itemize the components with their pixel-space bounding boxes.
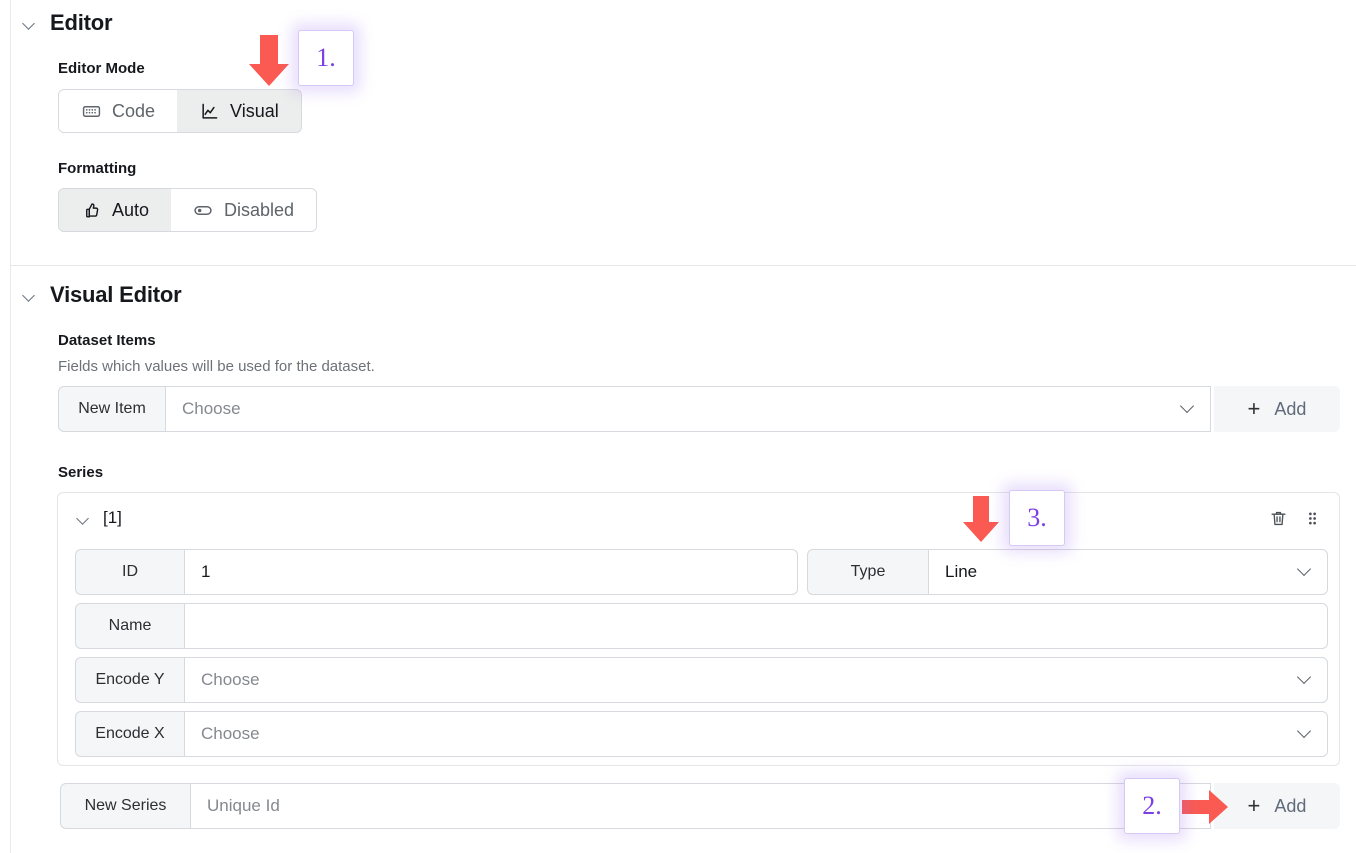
- thumbs-up-icon: [81, 200, 101, 220]
- editor-mode-option-code-label: Code: [112, 100, 156, 121]
- chevron-down-icon[interactable]: [76, 511, 90, 525]
- section-title-editor: Editor: [50, 10, 113, 35]
- new-series-add-button[interactable]: + Add: [1214, 783, 1340, 829]
- annotation-badge-2-label: 2.: [1142, 791, 1162, 820]
- plus-icon: +: [1247, 396, 1261, 421]
- editor-mode-option-visual[interactable]: Visual: [177, 90, 301, 132]
- formatting-option-disabled[interactable]: Disabled: [171, 189, 317, 231]
- series-delete-button[interactable]: [1265, 505, 1291, 531]
- new-series-addon: New Series: [60, 783, 191, 829]
- series-field-row-encode-y: Encode Y Choose: [75, 657, 1328, 703]
- annotation-badge-1-label: 1.: [316, 43, 336, 72]
- annotation-badge-1: 1.: [298, 30, 354, 86]
- annotation-arrow-3: [957, 494, 1005, 544]
- series-field-select-type[interactable]: Line: [928, 549, 1328, 595]
- chevron-down-icon[interactable]: [22, 16, 36, 30]
- chevron-down-icon: [1299, 564, 1311, 576]
- editor-mode-option-code[interactable]: Code: [59, 90, 178, 132]
- editor-mode-segmented-control[interactable]: Code Visual: [58, 89, 302, 133]
- drag-handle-icon: [1304, 510, 1321, 527]
- series-field-select-encode-x[interactable]: Choose: [184, 711, 1328, 757]
- trash-icon: [1269, 509, 1288, 528]
- series-drag-handle[interactable]: [1299, 505, 1325, 531]
- series-field-row-encode-x: Encode X Choose: [75, 711, 1328, 757]
- editor-mode-label: Editor Mode: [58, 60, 145, 77]
- annotation-badge-2: 2.: [1124, 778, 1180, 834]
- series-field-row-name: Name: [75, 603, 1328, 649]
- dataset-items-select-value: Choose: [182, 399, 241, 418]
- dataset-items-add-label: Add: [1274, 398, 1307, 419]
- dataset-items-select[interactable]: Choose: [165, 386, 1211, 432]
- series-field-input-id[interactable]: 1: [184, 549, 798, 595]
- line-chart-icon: [199, 101, 219, 121]
- new-series-add-label: Add: [1274, 795, 1307, 816]
- series-field-label-type: Type: [807, 549, 929, 595]
- editor-mode-option-visual-label: Visual: [230, 100, 279, 121]
- section-header-editor[interactable]: Editor: [0, 8, 113, 38]
- panel-left-border: [10, 0, 11, 853]
- series-item-card: [1] ID 1 Type Line Name Encode Y Choose …: [57, 492, 1340, 766]
- section-header-visual-editor[interactable]: Visual Editor: [0, 280, 182, 310]
- keyboard-icon: [81, 101, 101, 121]
- series-field-value-type: Line: [945, 562, 978, 581]
- section-divider: [11, 265, 1356, 266]
- formatting-option-auto-label: Auto: [112, 199, 150, 220]
- annotation-badge-3: 3.: [1009, 490, 1065, 546]
- series-field-select-encode-y[interactable]: Choose: [184, 657, 1328, 703]
- section-title-visual-editor: Visual Editor: [50, 282, 182, 307]
- series-field-label-name: Name: [75, 603, 185, 649]
- dataset-items-add-button[interactable]: + Add: [1214, 386, 1340, 432]
- annotation-badge-3-label: 3.: [1027, 503, 1047, 532]
- chevron-down-icon[interactable]: [22, 288, 36, 302]
- series-field-label-encode-y: Encode Y: [75, 657, 185, 703]
- formatting-segmented-control[interactable]: Auto Disabled: [58, 188, 318, 232]
- series-item-key: [1]: [103, 508, 122, 527]
- series-label: Series: [58, 464, 104, 481]
- formatting-label: Formatting: [58, 160, 137, 177]
- dataset-items-row: New Item Choose + Add: [58, 386, 1340, 432]
- series-field-label-encode-x: Encode X: [75, 711, 185, 757]
- annotation-arrow-2: [1180, 787, 1230, 827]
- series-field-label-id: ID: [75, 549, 185, 595]
- toggle-off-icon: [193, 200, 213, 220]
- series-field-value-encode-x: Choose: [201, 724, 260, 743]
- dataset-items-description: Fields which values will be used for the…: [58, 358, 375, 375]
- formatting-option-auto[interactable]: Auto: [59, 189, 172, 231]
- new-item-addon: New Item: [58, 386, 166, 432]
- chevron-down-icon: [1299, 726, 1311, 738]
- editor-panel: Editor Editor Mode Code Visual Formattin…: [0, 0, 1356, 853]
- series-field-row-id-type: ID 1 Type Line: [75, 549, 1328, 595]
- plus-icon: +: [1247, 793, 1261, 818]
- formatting-option-disabled-label: Disabled: [224, 199, 295, 220]
- series-item-header[interactable]: [1]: [58, 501, 1339, 535]
- series-field-input-name[interactable]: [184, 603, 1328, 649]
- annotation-arrow-1: [243, 33, 295, 88]
- series-field-value-id: 1: [201, 562, 211, 581]
- dataset-items-label: Dataset Items: [58, 332, 156, 349]
- chevron-down-icon: [1299, 672, 1311, 684]
- new-series-input[interactable]: Unique Id: [190, 783, 1211, 829]
- series-field-value-encode-y: Choose: [201, 670, 260, 689]
- new-series-input-placeholder: Unique Id: [207, 796, 280, 815]
- chevron-down-icon: [1182, 401, 1194, 413]
